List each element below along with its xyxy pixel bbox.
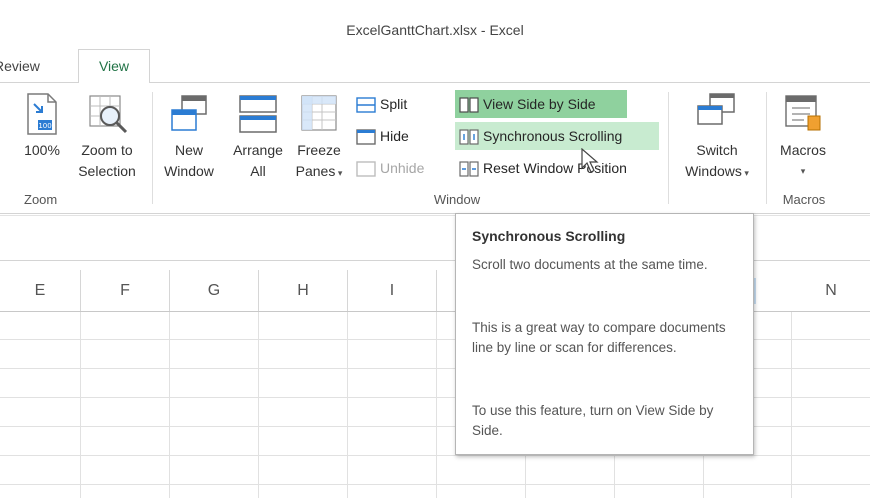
grid-line: [436, 312, 437, 498]
arrange-all-label-1: Arrange: [233, 142, 283, 158]
macros-icon: [782, 92, 826, 136]
zoom-100-label: 100%: [24, 142, 60, 158]
view-side-by-side-label: View Side by Side: [483, 96, 596, 112]
synchronous-scrolling-label: Synchronous Scrolling: [483, 128, 623, 144]
tooltip-paragraph-1: Scroll two documents at the same time.: [472, 257, 708, 272]
column-header-g[interactable]: G: [170, 270, 259, 311]
tab-review-label: Review: [0, 58, 40, 74]
unhide-window-icon: [356, 161, 376, 177]
tooltip-synchronous-scrolling: Synchronous Scrolling Scroll two documen…: [455, 213, 754, 455]
reset-window-position-label: Reset Window Position: [483, 160, 627, 176]
column-header-n[interactable]: N: [792, 270, 870, 311]
column-header-h-label: H: [297, 282, 309, 299]
reset-window-position-icon: [459, 161, 479, 177]
zoom-100-icon: 100: [22, 92, 62, 136]
group-separator: [668, 92, 669, 204]
mouse-cursor-icon: [580, 147, 600, 174]
reset-window-position-button[interactable]: Reset Window Position: [455, 154, 631, 182]
chevron-down-icon: ▾: [741, 168, 749, 178]
split-label: Split: [380, 96, 408, 112]
zoom-group-label: Zoom: [24, 192, 58, 207]
hide-label: Hide: [380, 128, 409, 144]
tooltip-paragraph-3: To use this feature, turn on View Side b…: [472, 403, 714, 438]
switch-windows-label-2: Windows: [685, 163, 742, 179]
zoom-to-selection-label-1: Zoom to: [81, 142, 133, 158]
chevron-down-icon: ▾: [800, 166, 806, 176]
column-header-i-label: I: [389, 282, 395, 299]
new-window-label-1: New: [174, 142, 203, 158]
freeze-panes-button[interactable]: Freeze Panes ▾: [290, 140, 348, 184]
synchronous-scrolling-icon: [459, 129, 479, 145]
macros-button[interactable]: Macros ▾: [772, 140, 834, 184]
grid-line: [80, 312, 81, 498]
freeze-panes-icon: [298, 92, 342, 136]
arrange-all-label-2: All: [250, 163, 266, 179]
group-separator: [152, 92, 153, 204]
grid-line: [169, 312, 170, 498]
grid-line: [0, 455, 870, 456]
switch-windows-label-1: Switch: [696, 142, 738, 158]
column-header-f[interactable]: F: [81, 270, 170, 311]
column-header-n-label: N: [825, 282, 837, 299]
column-header-i[interactable]: I: [348, 270, 437, 311]
freeze-panes-label-2: Panes: [295, 163, 336, 179]
view-side-by-side-icon: [459, 97, 479, 113]
column-header-h[interactable]: H: [259, 270, 348, 311]
switch-windows-button[interactable]: Switch Windows ▾: [674, 140, 760, 184]
tooltip-paragraph-2: This is a great way to compare documents…: [472, 320, 726, 355]
column-header-e[interactable]: E: [0, 270, 81, 311]
chevron-down-icon: ▾: [335, 168, 343, 178]
arrange-all-button[interactable]: Arrange All: [224, 140, 292, 184]
zoom-to-selection-button[interactable]: Zoom to Selection: [68, 140, 146, 184]
freeze-panes-label-1: Freeze: [297, 142, 341, 158]
window-group-label: Window: [433, 192, 481, 207]
new-window-icon: [168, 92, 212, 136]
svg-text:100: 100: [38, 122, 51, 130]
group-separator: [766, 92, 767, 204]
grid-line: [347, 312, 348, 498]
zoom-100-button[interactable]: 100%: [14, 140, 70, 164]
split-icon: [356, 97, 376, 113]
macros-group-label: Macros: [782, 192, 826, 207]
new-window-label-2: Window: [164, 163, 214, 179]
column-header-g-label: G: [207, 282, 221, 299]
grid-line: [791, 312, 792, 498]
split-button[interactable]: Split: [352, 90, 411, 118]
synchronous-scrolling-button[interactable]: Synchronous Scrolling: [455, 122, 659, 150]
unhide-label: Unhide: [380, 160, 425, 176]
zoom-to-selection-label-2: Selection: [78, 163, 136, 179]
grid-line: [0, 484, 870, 485]
column-header-e-label: E: [34, 282, 46, 299]
arrange-all-icon: [236, 92, 280, 136]
hide-window-icon: [356, 129, 376, 145]
zoom-to-selection-icon: [86, 92, 130, 136]
column-header-f-label: F: [120, 282, 130, 299]
grid-line: [258, 312, 259, 498]
tab-view[interactable]: View: [78, 49, 150, 84]
view-side-by-side-button[interactable]: View Side by Side: [455, 90, 627, 118]
unhide-button[interactable]: Unhide: [352, 154, 428, 182]
new-window-button[interactable]: New Window: [156, 140, 222, 184]
window-title: ExcelGanttChart.xlsx - Excel: [346, 22, 524, 38]
hide-button[interactable]: Hide: [352, 122, 413, 150]
macros-label: Macros: [780, 142, 826, 158]
switch-windows-icon: [694, 92, 738, 136]
tooltip-title: Synchronous Scrolling: [472, 228, 626, 244]
tab-view-label: View: [98, 58, 130, 74]
tab-review[interactable]: Review: [0, 50, 58, 83]
